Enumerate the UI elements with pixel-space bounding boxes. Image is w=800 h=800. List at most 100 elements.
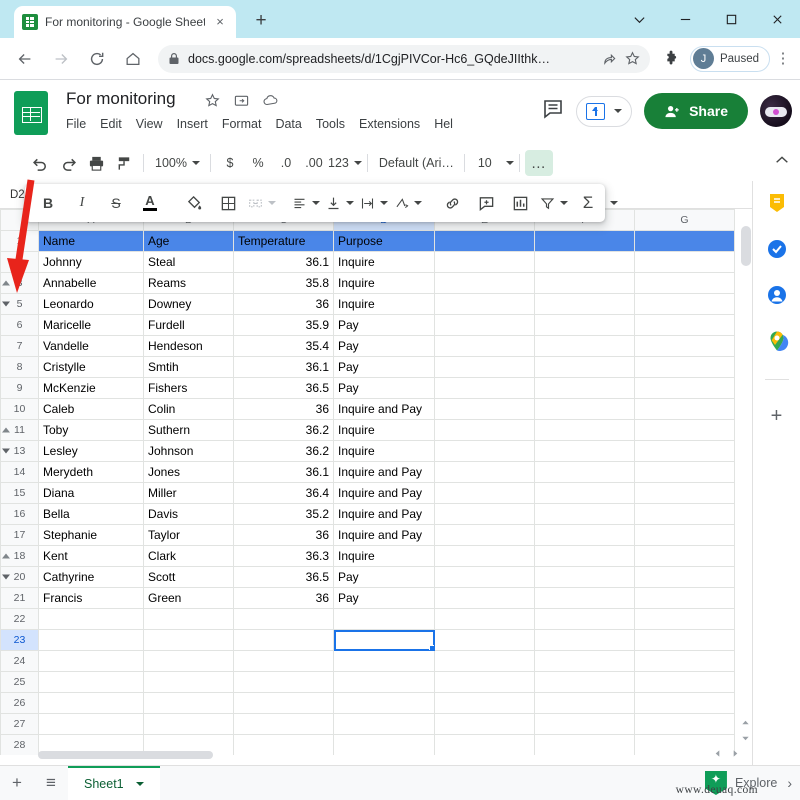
chevron-down-icon[interactable] — [135, 782, 144, 786]
cell-E22[interactable] — [434, 608, 535, 630]
cell-A1[interactable]: Name — [38, 230, 144, 252]
cell-B26[interactable] — [143, 692, 234, 714]
sheet-tab-sheet1[interactable]: Sheet1 — [68, 765, 160, 800]
more-formats-button[interactable]: 123 — [328, 149, 362, 177]
cell-F27[interactable] — [534, 713, 635, 735]
row-header[interactable]: 3 — [0, 272, 39, 294]
cell-D23[interactable] — [333, 629, 435, 651]
cell-A3[interactable]: Annabelle — [38, 272, 144, 294]
cell-E23[interactable] — [434, 629, 535, 651]
cell-G14[interactable] — [634, 461, 735, 483]
cell-E7[interactable] — [434, 335, 535, 357]
cell-F25[interactable] — [534, 671, 635, 693]
cell-D25[interactable] — [333, 671, 435, 693]
cell-F11[interactable] — [534, 419, 635, 441]
puzzle-icon[interactable] — [658, 45, 686, 73]
cell-C26[interactable] — [233, 692, 334, 714]
comment-history-icon[interactable] — [542, 98, 564, 125]
add-sheet-button[interactable]: + — [0, 766, 34, 800]
share-button[interactable]: Share — [644, 93, 748, 129]
cell-E13[interactable] — [434, 440, 535, 462]
menu-data[interactable]: Data — [275, 117, 301, 131]
cell-G13[interactable] — [634, 440, 735, 462]
insert-link-icon[interactable] — [438, 189, 466, 217]
more-toolbar-button[interactable]: … — [524, 150, 553, 176]
chevron-down-icon[interactable] — [610, 201, 618, 205]
row-header[interactable]: 16 — [0, 503, 39, 525]
scroll-down-button[interactable] — [739, 732, 751, 744]
row-header[interactable]: 10 — [0, 398, 39, 420]
cell-B16[interactable]: Davis — [143, 503, 234, 525]
percent-format-button[interactable]: % — [244, 149, 272, 177]
cell-A24[interactable] — [38, 650, 144, 672]
cell-C23[interactable] — [233, 629, 334, 651]
cell-C22[interactable] — [233, 608, 334, 630]
row-header[interactable]: 6 — [0, 314, 39, 336]
cell-D3[interactable]: Inquire — [333, 272, 435, 294]
font-selector[interactable]: Default (Ari… — [373, 149, 459, 177]
fill-color-icon[interactable] — [180, 189, 208, 217]
cell-D22[interactable] — [333, 608, 435, 630]
cell-B18[interactable]: Clark — [143, 545, 234, 567]
row-header[interactable]: 26 — [0, 692, 39, 714]
contacts-icon[interactable] — [765, 283, 789, 307]
cell-B10[interactable]: Colin — [143, 398, 234, 420]
cell-F17[interactable] — [534, 524, 635, 546]
row-header[interactable]: 15 — [0, 482, 39, 504]
cell-E24[interactable] — [434, 650, 535, 672]
cell-F20[interactable] — [534, 566, 635, 588]
cell-A26[interactable] — [38, 692, 144, 714]
font-size-selector[interactable]: 10 — [470, 149, 514, 177]
menu-view[interactable]: View — [136, 117, 163, 131]
group-expand-down-icon[interactable] — [2, 301, 10, 307]
cell-C6[interactable]: 35.9 — [233, 314, 334, 336]
row-header[interactable]: 21 — [0, 587, 39, 609]
chevron-down-icon[interactable] — [614, 109, 623, 113]
row-header[interactable]: 14 — [0, 461, 39, 483]
cell-D2[interactable]: Inquire — [333, 251, 435, 273]
cell-G21[interactable] — [634, 587, 735, 609]
cell-F24[interactable] — [534, 650, 635, 672]
row-header[interactable]: 8 — [0, 356, 39, 378]
group-expand-up-icon[interactable] — [2, 427, 10, 433]
borders-icon[interactable] — [214, 189, 242, 217]
collapse-toolbar-icon[interactable] — [774, 152, 790, 173]
maximize-icon[interactable] — [708, 0, 754, 38]
zoom-selector[interactable]: 100% — [149, 149, 205, 177]
profile-button[interactable]: J Paused — [689, 45, 770, 72]
redo-icon[interactable] — [54, 149, 82, 177]
cell-C5[interactable]: 36 — [233, 293, 334, 315]
cell-D18[interactable]: Inquire — [333, 545, 435, 567]
forward-icon[interactable] — [46, 44, 76, 74]
cell-G16[interactable] — [634, 503, 735, 525]
cell-G3[interactable] — [634, 272, 735, 294]
star-icon[interactable] — [625, 51, 640, 66]
merge-cells-icon[interactable] — [248, 189, 276, 217]
cell-A18[interactable]: Kent — [38, 545, 144, 567]
cell-E9[interactable] — [434, 377, 535, 399]
cell-D20[interactable]: Pay — [333, 566, 435, 588]
kebab-menu-icon[interactable]: ⋮ — [770, 46, 796, 72]
cell-C18[interactable]: 36.3 — [233, 545, 334, 567]
cell-F9[interactable] — [534, 377, 635, 399]
currency-format-button[interactable]: $ — [216, 149, 244, 177]
menu-edit[interactable]: Edit — [100, 117, 122, 131]
vertical-scroll-thumb[interactable] — [741, 226, 751, 266]
cell-F15[interactable] — [534, 482, 635, 504]
cell-C27[interactable] — [233, 713, 334, 735]
cell-B11[interactable]: Suthern — [143, 419, 234, 441]
cell-B13[interactable]: Johnson — [143, 440, 234, 462]
vertical-scrollbar[interactable] — [740, 226, 752, 726]
cell-A9[interactable]: McKenzie — [38, 377, 144, 399]
cell-G9[interactable] — [634, 377, 735, 399]
cell-C15[interactable]: 36.4 — [233, 482, 334, 504]
spreadsheet-grid[interactable]: A B C D E F G 1NameAgeTemperaturePurpose… — [0, 209, 752, 755]
cell-B2[interactable]: Steal — [143, 251, 234, 273]
cell-E1[interactable] — [434, 230, 535, 252]
cell-B25[interactable] — [143, 671, 234, 693]
cell-D5[interactable]: Inquire — [333, 293, 435, 315]
cell-A8[interactable]: Cristylle — [38, 356, 144, 378]
cell-C16[interactable]: 35.2 — [233, 503, 334, 525]
cell-F21[interactable] — [534, 587, 635, 609]
cell-A14[interactable]: Merydeth — [38, 461, 144, 483]
